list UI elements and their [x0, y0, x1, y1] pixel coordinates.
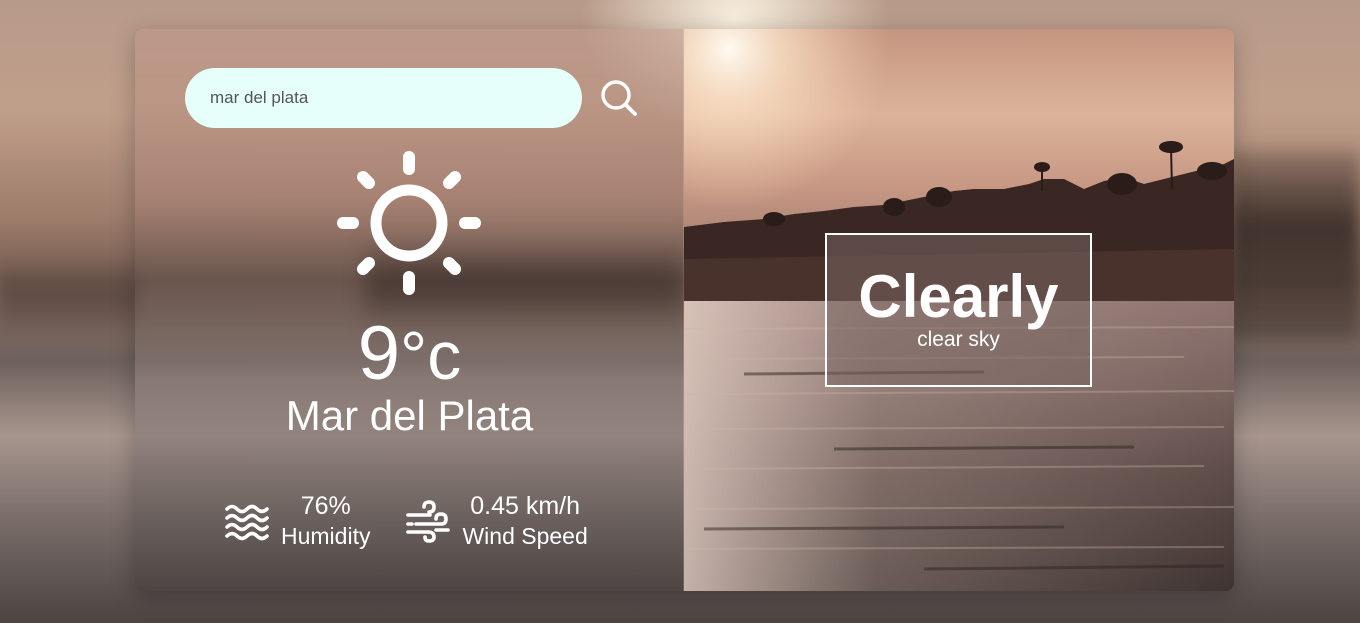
wind-icon	[406, 500, 451, 543]
search-icon	[601, 80, 637, 116]
temperature-value: 9	[357, 311, 401, 396]
condition-main: Clearly	[858, 263, 1059, 330]
city-name: Mar del Plata	[285, 392, 534, 439]
wind-detail: 0.45 km/h Wind Speed	[404, 491, 588, 551]
condition-box: Clearly clear sky	[825, 233, 1092, 387]
background-shore-right	[1230, 150, 1360, 340]
condition-description: clear sky	[917, 328, 1000, 351]
background-shore-left	[0, 255, 140, 335]
condition-panel: Clearly clear sky	[684, 29, 1234, 591]
search-button[interactable]	[597, 76, 641, 120]
search-bar	[185, 68, 582, 128]
weather-details: 76% Humidity 0.45 km/h Wind Speed	[223, 491, 588, 551]
temperature-unit: °c	[400, 318, 462, 394]
wind-label: Wind Speed	[462, 523, 588, 549]
humidity-value: 76%	[300, 492, 351, 520]
weather-card: 9°c Mar del Plata 76% Humidity	[135, 29, 1234, 591]
waves-icon	[225, 504, 269, 541]
humidity-detail: 76% Humidity	[223, 491, 370, 551]
temperature: 9°c	[135, 311, 684, 399]
weather-panel: 9°c Mar del Plata 76% Humidity	[135, 29, 684, 591]
humidity-label: Humidity	[281, 523, 371, 549]
search-input[interactable]	[210, 88, 550, 108]
sun-icon	[337, 151, 481, 295]
wind-value: 0.45 km/h	[470, 492, 581, 520]
